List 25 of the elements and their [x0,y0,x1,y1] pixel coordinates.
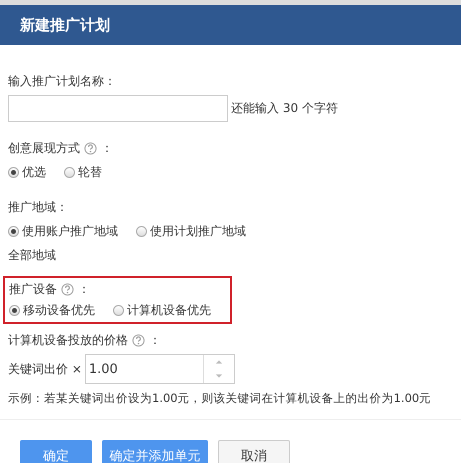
colon: ： [101,140,113,157]
help-icon[interactable] [84,142,97,154]
radio-option[interactable]: 计算机设备优先 [113,301,211,319]
field-label: 创意展现方式 [8,140,80,157]
radio-option[interactable]: 移动设备优先 [9,301,95,319]
colon: ： [149,332,161,349]
help-icon[interactable] [132,334,145,346]
char-count-hint: 还能输入 30 个字符 [231,100,338,117]
example-text: 示例：若某关键词出价设为1.00元，则该关键词在计算机设备上的出价为1.00元 [8,390,432,407]
radio-option[interactable]: 使用计划推广地域 [136,222,246,240]
radio-option[interactable]: 使用账户推广地域 [8,222,118,240]
plan-name-field[interactable] [8,95,228,122]
radio-option[interactable]: 轮替 [64,163,102,181]
dialog-title: 新建推广计划 [20,16,110,34]
field-label: 输入推广计划名称： [8,73,117,90]
multiplier-spinner[interactable]: 1.00 [84,354,235,384]
region-summary: 全部地域 [8,247,57,264]
help-icon[interactable] [61,282,74,296]
dialog-button[interactable]: 取消 [218,440,290,463]
field-label: 推广地域： [8,199,69,216]
colon: ： [78,281,90,298]
field-label: 计算机设备投放的价格 [8,332,128,349]
field-label: 推广设备 [9,281,57,298]
radio-option[interactable]: 优选 [8,163,46,181]
bid-label: 关键词出价 × [8,360,82,378]
